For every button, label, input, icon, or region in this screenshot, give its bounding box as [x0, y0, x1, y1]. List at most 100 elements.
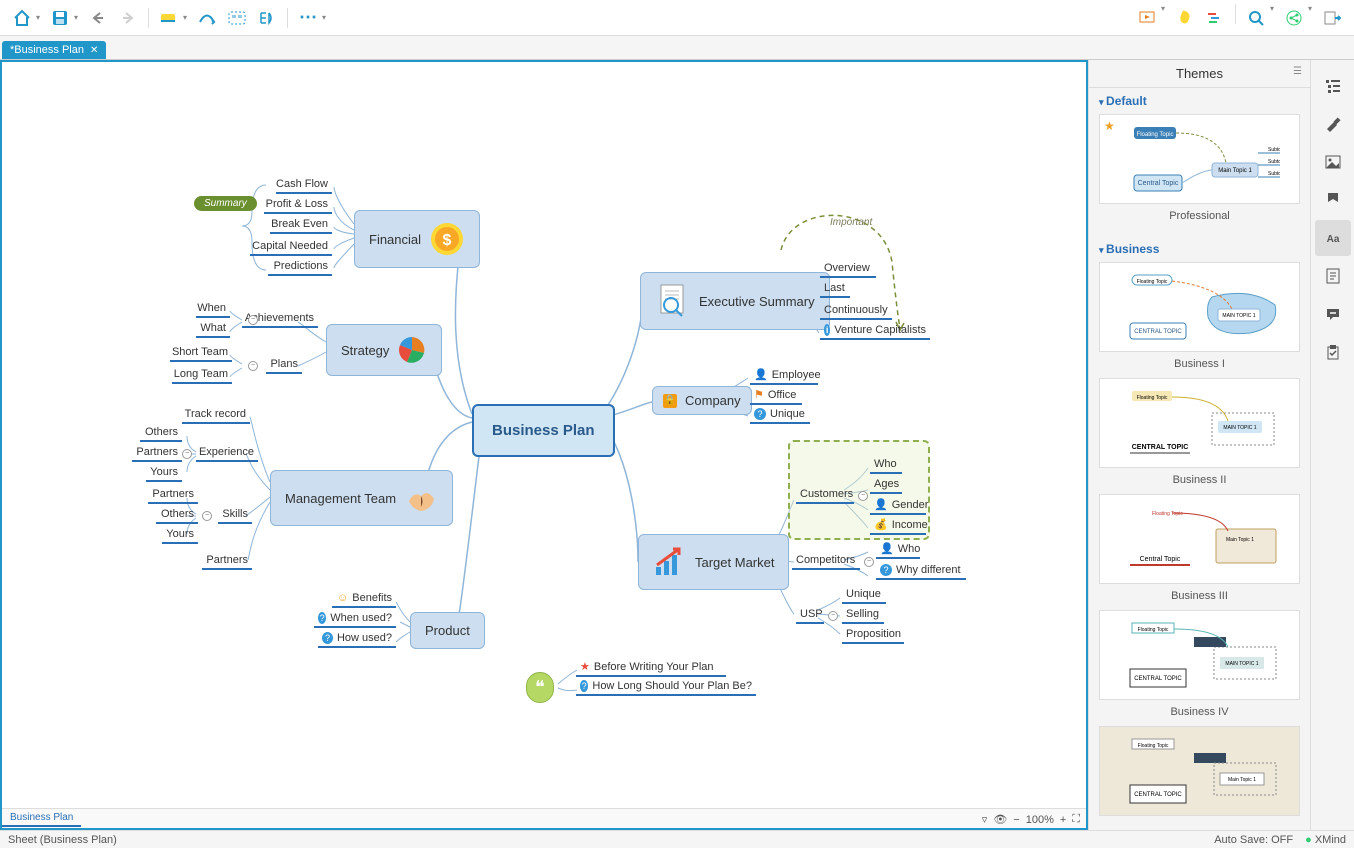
close-tab-icon[interactable]: ✕ [90, 45, 98, 56]
subtopic-continuously[interactable]: Continuously [820, 302, 892, 320]
subtopic-competitors[interactable]: Competitors [792, 552, 860, 570]
more-actions-caret[interactable]: ▾ [322, 13, 326, 22]
subtopic-mgmt-partners[interactable]: Partners [202, 552, 252, 570]
boundary-button[interactable] [223, 4, 251, 32]
subtopic-usp[interactable]: USP [796, 606, 824, 624]
subtopic-how-long[interactable]: ?How Long Should Your Plan Be? [576, 678, 756, 696]
topic-financial[interactable]: Financial $ [354, 210, 480, 268]
subtopic-selling[interactable]: Selling [842, 606, 884, 624]
summary-button[interactable] [253, 4, 281, 32]
topic-company[interactable]: 🔒 Company [652, 386, 752, 415]
export-button[interactable] [1318, 4, 1346, 32]
subtopic-income[interactable]: 💰Income [870, 516, 926, 535]
floating-topic-quote[interactable]: ❝ [526, 672, 554, 703]
subtopic-exp-yours[interactable]: Yours [146, 464, 182, 482]
save-button[interactable] [46, 4, 74, 32]
subtopic-usp-unique[interactable]: Unique [842, 586, 886, 604]
theme-card-business-4[interactable]: Floating TopicCENTRAL TOPICMAIN TOPIC 1 [1099, 610, 1300, 700]
zoom-out-button[interactable]: − [1013, 814, 1019, 826]
subtopic-long-team[interactable]: Long Team [172, 366, 232, 384]
subtopic-employee[interactable]: 👤Employee [750, 366, 818, 385]
fit-screen-button[interactable]: ⛶ [1072, 813, 1080, 826]
theme-card-business-5[interactable]: Floating TopicCENTRAL TOPICMain Topic 1 [1099, 726, 1300, 816]
topic-product[interactable]: Product [410, 612, 485, 649]
insert-topic-button[interactable] [155, 4, 183, 32]
presentation-button[interactable] [1133, 4, 1161, 32]
theme-card-business-2[interactable]: Floating TopicCENTRAL TOPICMAIN TOPIC 1 [1099, 378, 1300, 468]
search-button[interactable] [1242, 4, 1270, 32]
subtopic-venture-capitalists[interactable]: iVenture Capitalists [820, 322, 930, 340]
format-brush-button[interactable] [1315, 106, 1351, 142]
subtopic-profit-loss[interactable]: Profit & Loss [264, 196, 332, 214]
home-dropdown-caret[interactable]: ▾ [36, 13, 40, 22]
central-topic[interactable]: Business Plan [472, 404, 615, 457]
subtopic-overview[interactable]: Overview [820, 260, 876, 278]
expand-skills[interactable]: − [202, 511, 212, 521]
subtopic-customers[interactable]: Customers [796, 486, 854, 504]
subtopic-predictions[interactable]: Predictions [268, 258, 332, 276]
visibility-icon[interactable]: 👁 [993, 813, 1007, 826]
home-button[interactable] [8, 4, 36, 32]
more-actions-button[interactable]: ⋯ [294, 4, 322, 32]
outline-view-button[interactable] [1315, 68, 1351, 104]
subtopic-skl-others[interactable]: Others [156, 506, 198, 524]
markers-button[interactable] [1315, 182, 1351, 218]
theme-card-business-3[interactable]: Floating TopicCentral TopicMain Topic 1 [1099, 494, 1300, 584]
redo-button[interactable] [114, 4, 142, 32]
panel-menu-icon[interactable]: ☰ [1293, 66, 1302, 77]
theme-card-business-1[interactable]: Floating TopicCENTRAL TOPICMAIN TOPIC 1 [1099, 262, 1300, 352]
image-button[interactable] [1315, 144, 1351, 180]
expand-competitors[interactable]: − [864, 557, 874, 567]
subtopic-proposition[interactable]: Proposition [842, 626, 904, 644]
subtopic-track-record[interactable]: Track record [182, 406, 250, 424]
filter-icon[interactable]: ▿ [982, 813, 988, 826]
subtopic-cust-who[interactable]: Who [870, 456, 902, 474]
subtopic-skl-yours[interactable]: Yours [162, 526, 198, 544]
share-button[interactable] [1280, 4, 1308, 32]
undo-button[interactable] [84, 4, 112, 32]
subtopic-ages[interactable]: Ages [870, 476, 902, 494]
subtopic-capital-needed[interactable]: Capital Needed [250, 238, 332, 256]
subtopic-last[interactable]: Last [820, 280, 850, 298]
subtopic-why-different[interactable]: ?Why different [876, 562, 966, 580]
theme-card-professional[interactable]: Floating TopicCentral TopicMain Topic 1S… [1099, 114, 1300, 204]
summary-tag[interactable]: Summary [194, 196, 257, 211]
subtopic-skills[interactable]: Skills [218, 506, 252, 524]
subtopic-when-used[interactable]: ?When used? [314, 610, 396, 628]
mindmap-canvas[interactable]: Business Plan Financial $ Cash Flow Prof… [2, 62, 1086, 828]
sheet-tab-active[interactable]: Business Plan [2, 810, 81, 827]
subtopic-exp-others[interactable]: Others [140, 424, 182, 442]
subtopic-short-team[interactable]: Short Team [170, 344, 232, 362]
subtopic-break-even[interactable]: Break Even [270, 216, 332, 234]
active-document-tab[interactable]: *Business Plan ✕ [2, 41, 106, 59]
subtopic-comp-who[interactable]: 👤Who [876, 540, 920, 559]
theme-group-default[interactable]: Default [1099, 94, 1300, 108]
themes-button[interactable]: Aa [1315, 220, 1351, 256]
subtopic-plans[interactable]: Plans [266, 356, 302, 374]
subtopic-cash-flow[interactable]: Cash Flow [276, 176, 332, 194]
insert-topic-caret[interactable]: ▾ [183, 13, 187, 22]
save-dropdown-caret[interactable]: ▾ [74, 13, 78, 22]
subtopic-experience[interactable]: Experience [196, 444, 258, 462]
topic-executive-summary[interactable]: Executive Summary [640, 272, 830, 330]
subtopic-unique[interactable]: ?Unique [750, 406, 810, 424]
subtopic-before-writing[interactable]: ★Before Writing Your Plan [576, 658, 726, 677]
relationship-button[interactable] [193, 4, 221, 32]
expand-experience[interactable]: − [182, 449, 192, 459]
subtopic-exp-partners[interactable]: Partners [132, 444, 182, 462]
subtopic-when[interactable]: When [196, 300, 230, 318]
task-button[interactable] [1315, 334, 1351, 370]
notes-button[interactable] [1315, 258, 1351, 294]
subtopic-how-used[interactable]: ?How used? [318, 630, 396, 648]
comments-button[interactable] [1315, 296, 1351, 332]
gantt-button[interactable] [1201, 4, 1229, 32]
topic-strategy[interactable]: Strategy [326, 324, 442, 376]
zoom-in-button[interactable]: + [1060, 814, 1066, 826]
expand-plans[interactable]: − [248, 361, 258, 371]
subtopic-gender[interactable]: 👤Gender [870, 496, 926, 515]
subtopic-benefits[interactable]: ☺Benefits [332, 590, 396, 608]
brainstorm-button[interactable] [1171, 4, 1199, 32]
topic-management[interactable]: Management Team [270, 470, 453, 526]
expand-achievements[interactable]: − [248, 315, 258, 325]
subtopic-office[interactable]: ⚑Office [750, 386, 802, 405]
